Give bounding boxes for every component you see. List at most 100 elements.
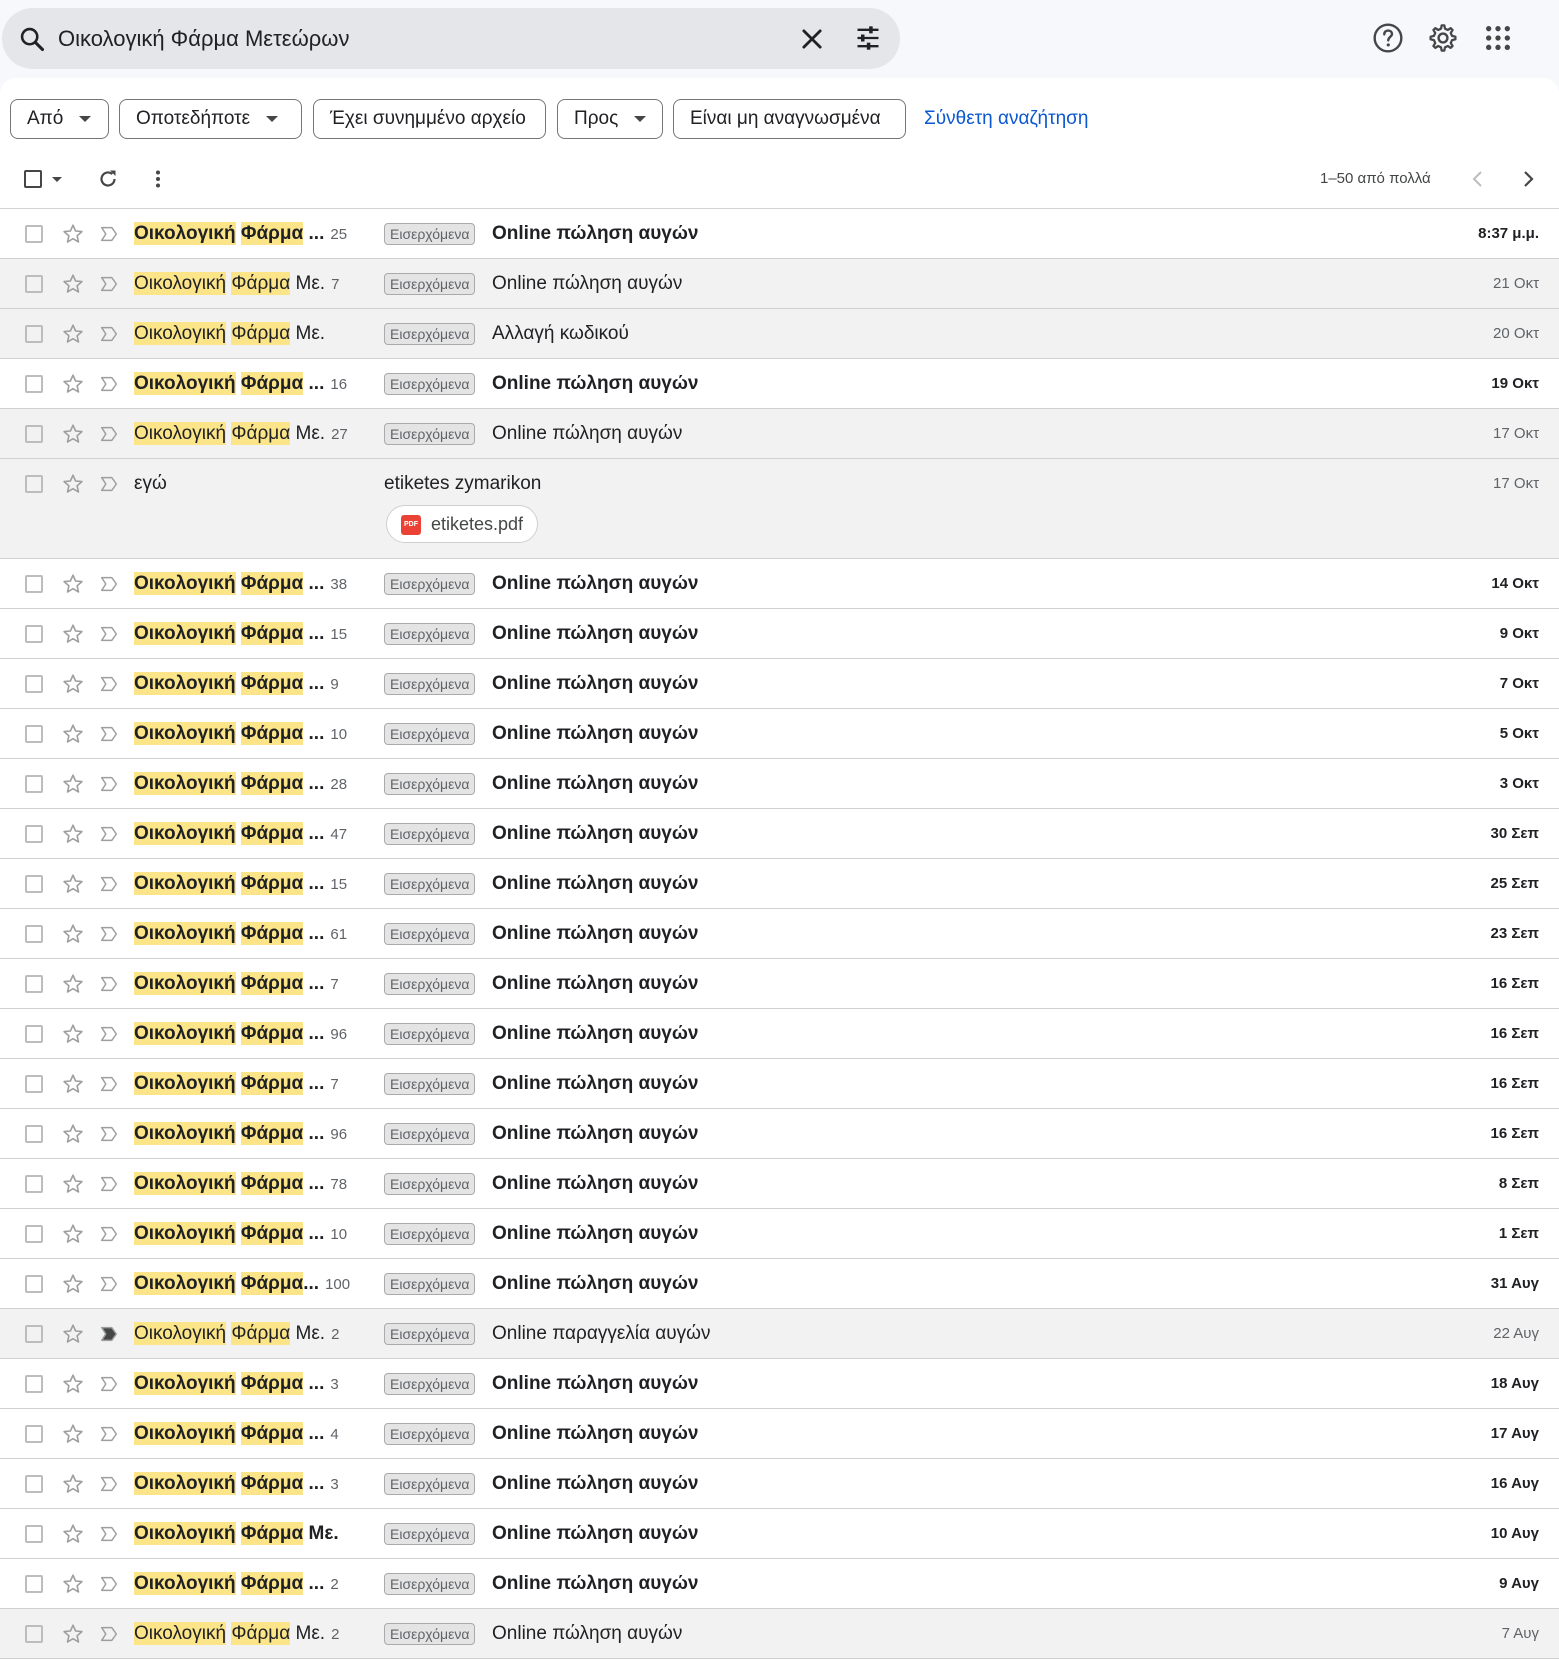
email-row[interactable]: Οικολογική Φάρμα ... 4 Εισερχόμενα Online π…: [0, 1409, 1559, 1459]
email-row[interactable]: Οικολογική Φάρμα ... 10 Εισερχόμενα Online …: [0, 709, 1559, 759]
star-icon[interactable]: [61, 1622, 85, 1646]
select-all-checkbox[interactable]: [24, 170, 42, 188]
important-marker-icon[interactable]: [98, 673, 120, 695]
email-row[interactable]: εγώ etiketes zymarikon 17 Οκτ PDF etiketes.p…: [0, 459, 1559, 559]
filter-unread-chip[interactable]: Είναι μη αναγνωσμένα: [673, 99, 906, 139]
filter-to-chip[interactable]: Προς: [557, 99, 663, 139]
row-checkbox[interactable]: [25, 1625, 43, 1643]
row-checkbox[interactable]: [25, 1575, 43, 1593]
important-marker-icon[interactable]: [98, 1223, 120, 1245]
chevron-left-icon[interactable]: [1466, 167, 1490, 191]
row-checkbox[interactable]: [25, 1475, 43, 1493]
star-icon[interactable]: [61, 372, 85, 396]
email-row[interactable]: Οικολογική Φάρμα ... 16 Εισερχόμενα Online …: [0, 359, 1559, 409]
row-checkbox[interactable]: [25, 1125, 43, 1143]
email-row[interactable]: Οικολογική Φάρμα ... 38 Εισερχόμενα Online …: [0, 559, 1559, 609]
row-checkbox[interactable]: [25, 225, 43, 243]
search-input[interactable]: Οικολογική Φάρμα Μετεώρων: [58, 8, 349, 69]
email-row[interactable]: Οικολογική Φάρμα Με. 2 Εισερχόμενα Online π…: [0, 1309, 1559, 1359]
row-checkbox[interactable]: [25, 625, 43, 643]
row-checkbox[interactable]: [25, 1225, 43, 1243]
star-icon[interactable]: [61, 272, 85, 296]
star-icon[interactable]: [61, 1072, 85, 1096]
row-checkbox[interactable]: [25, 1525, 43, 1543]
email-row[interactable]: Οικολογική Φάρμα ... 7 Εισερχόμενα Online π…: [0, 959, 1559, 1009]
star-icon[interactable]: [61, 1472, 85, 1496]
email-row[interactable]: Οικολογική Φάρμα ... 15 Εισερχόμενα Online …: [0, 609, 1559, 659]
row-checkbox[interactable]: [25, 1025, 43, 1043]
star-icon[interactable]: [61, 672, 85, 696]
important-marker-icon[interactable]: [98, 973, 120, 995]
star-icon[interactable]: [61, 1572, 85, 1596]
important-marker-icon[interactable]: [98, 1523, 120, 1545]
important-marker-icon[interactable]: [98, 623, 120, 645]
important-marker-icon[interactable]: [98, 923, 120, 945]
email-row[interactable]: Οικολογική Φάρμα ... 9 Εισερχόμενα Online π…: [0, 659, 1559, 709]
row-checkbox[interactable]: [25, 1325, 43, 1343]
important-marker-icon[interactable]: [98, 323, 120, 345]
email-row[interactable]: Οικολογική Φάρμα Με. Εισερχόμενα Αλλαγή κω…: [0, 309, 1559, 359]
advanced-search-link[interactable]: Σύνθετη αναζήτηση: [924, 99, 1088, 139]
email-row[interactable]: Οικολογική Φάρμα ... 78 Εισερχόμενα Online …: [0, 1159, 1559, 1209]
row-checkbox[interactable]: [25, 825, 43, 843]
star-icon[interactable]: [61, 1022, 85, 1046]
star-icon[interactable]: [61, 972, 85, 996]
star-icon[interactable]: [61, 1272, 85, 1296]
row-checkbox[interactable]: [25, 575, 43, 593]
row-checkbox[interactable]: [25, 275, 43, 293]
important-marker-icon[interactable]: [98, 373, 120, 395]
star-icon[interactable]: [61, 472, 85, 496]
important-marker-icon[interactable]: [98, 1473, 120, 1495]
star-icon[interactable]: [61, 1372, 85, 1396]
email-row[interactable]: Οικολογική Φάρμα ... 3 Εισερχόμενα Online π…: [0, 1359, 1559, 1409]
row-checkbox[interactable]: [25, 325, 43, 343]
important-marker-icon[interactable]: [98, 823, 120, 845]
row-checkbox[interactable]: [25, 1275, 43, 1293]
important-marker-icon[interactable]: [98, 1623, 120, 1645]
star-icon[interactable]: [61, 822, 85, 846]
important-marker-icon[interactable]: [98, 1423, 120, 1445]
important-marker-icon[interactable]: [98, 1573, 120, 1595]
chevron-right-icon[interactable]: [1516, 167, 1540, 191]
star-icon[interactable]: [61, 622, 85, 646]
email-row[interactable]: Οικολογική Φάρμα Με. Εισερχόμενα Online πώ…: [0, 1509, 1559, 1559]
important-marker-icon[interactable]: [98, 423, 120, 445]
important-marker-icon[interactable]: [98, 1123, 120, 1145]
filter-has-attachment-chip[interactable]: Έχει συνημμένο αρχείο: [313, 99, 546, 139]
select-dropdown-icon[interactable]: [50, 173, 64, 185]
row-checkbox[interactable]: [25, 1425, 43, 1443]
row-checkbox[interactable]: [25, 725, 43, 743]
star-icon[interactable]: [61, 422, 85, 446]
row-checkbox[interactable]: [25, 375, 43, 393]
row-checkbox[interactable]: [25, 775, 43, 793]
email-row[interactable]: Οικολογική Φάρμα ... 15 Εισερχόμενα Online …: [0, 859, 1559, 909]
important-marker-icon[interactable]: [98, 1023, 120, 1045]
star-icon[interactable]: [61, 722, 85, 746]
search-bar[interactable]: Οικολογική Φάρμα Μετεώρων: [2, 8, 900, 69]
star-icon[interactable]: [61, 222, 85, 246]
email-row[interactable]: Οικολογική Φάρμα ... 96 Εισερχόμενα Online …: [0, 1009, 1559, 1059]
star-icon[interactable]: [61, 872, 85, 896]
important-marker-icon[interactable]: [98, 873, 120, 895]
important-marker-icon[interactable]: [98, 223, 120, 245]
email-row[interactable]: Οικολογική Φάρμα ... 2 Εισερχόμενα Online π…: [0, 1559, 1559, 1609]
filter-from-chip[interactable]: Από: [10, 99, 109, 139]
row-checkbox[interactable]: [25, 925, 43, 943]
star-icon[interactable]: [61, 1172, 85, 1196]
row-checkbox[interactable]: [25, 475, 43, 493]
more-vert-icon[interactable]: [146, 167, 170, 191]
row-checkbox[interactable]: [25, 1375, 43, 1393]
star-icon[interactable]: [61, 1422, 85, 1446]
important-marker-icon[interactable]: [98, 1323, 120, 1345]
important-marker-icon[interactable]: [98, 723, 120, 745]
important-marker-icon[interactable]: [98, 573, 120, 595]
important-marker-icon[interactable]: [98, 1073, 120, 1095]
row-checkbox[interactable]: [25, 1075, 43, 1093]
row-checkbox[interactable]: [25, 875, 43, 893]
email-row[interactable]: Οικολογική Φάρμα ... 3 Εισερχόμενα Online π…: [0, 1459, 1559, 1509]
star-icon[interactable]: [61, 1222, 85, 1246]
important-marker-icon[interactable]: [98, 1273, 120, 1295]
refresh-icon[interactable]: [96, 167, 120, 191]
email-row[interactable]: Οικολογική Φάρμα ... 61 Εισερχόμενα Online …: [0, 909, 1559, 959]
star-icon[interactable]: [61, 1322, 85, 1346]
